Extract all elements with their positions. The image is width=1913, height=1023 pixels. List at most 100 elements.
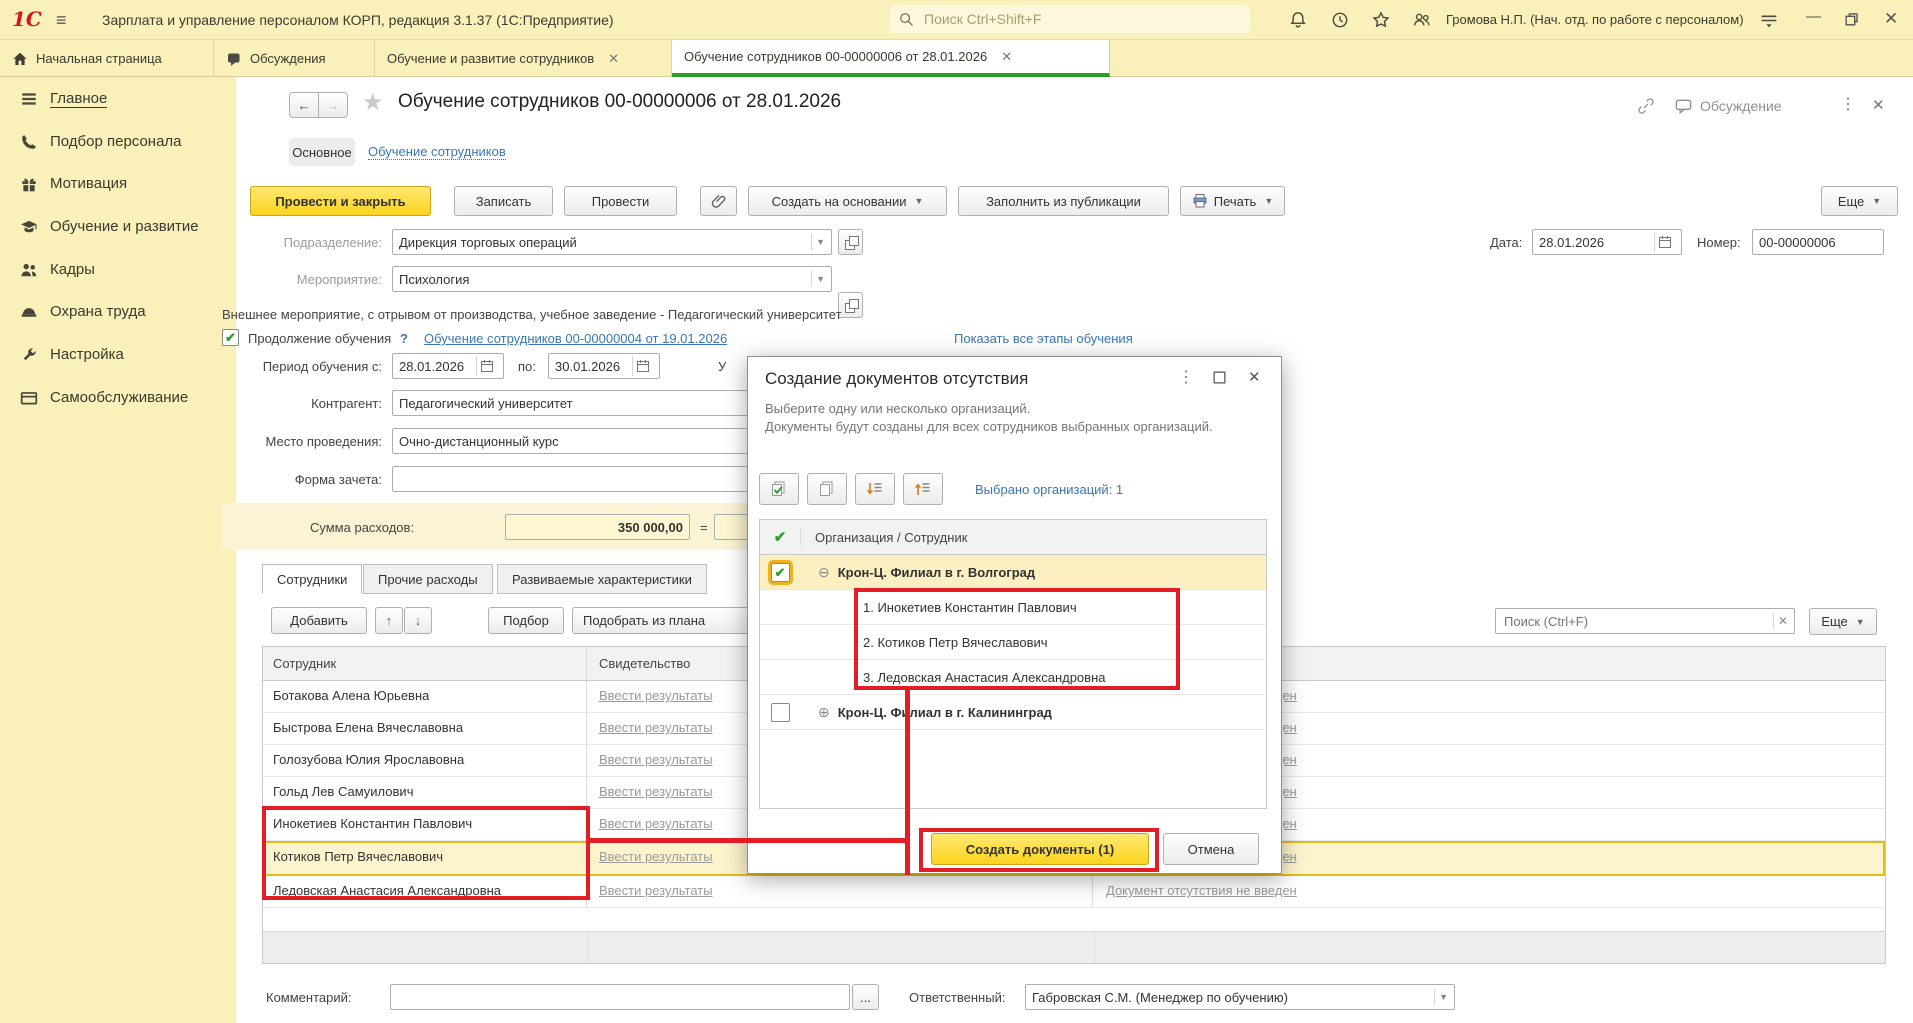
close-window-button[interactable]: ✕ [1884,9,1898,29]
move-up-button[interactable]: ↑ [375,607,403,634]
period-to-field[interactable]: 30.01.2026 [548,353,660,379]
help-icon[interactable]: ? [400,331,408,346]
sidebar-item-selfservice[interactable]: Самообслуживание [20,389,188,407]
print-button[interactable]: Печать ▼ [1180,186,1285,216]
forward-button[interactable]: → [318,92,348,118]
enter-results-link[interactable]: Ввести результаты [599,688,713,703]
sidebar-item-settings[interactable]: Настройка [20,346,124,364]
tab-training-list[interactable]: Обучение и развитие сотрудников ✕ [375,40,672,77]
sidebar-item-safety[interactable]: Охрана труда [20,303,146,321]
sum-field[interactable]: 350 000,00 [505,514,690,540]
dropdown-icon[interactable]: ▼ [811,271,825,287]
close-tab-icon[interactable]: ✕ [608,51,619,67]
notifications-icon[interactable] [1288,10,1308,30]
more-dots-icon[interactable]: ⋮ [1840,94,1856,114]
enter-results-link[interactable]: Ввести результаты [599,883,713,898]
restore-button[interactable] [1843,11,1860,28]
post-and-close-button[interactable]: Провести и закрыть [250,186,431,216]
minimize-button[interactable]: — [1806,8,1821,25]
favorite-star-icon[interactable]: ★ [362,88,384,117]
close-tab-icon[interactable]: ✕ [1001,49,1012,65]
current-user[interactable]: Громова Н.П. (Нач. отд. по работе с перс… [1446,12,1744,27]
grid-tab-other-expenses[interactable]: Прочие расходы [363,564,493,594]
enter-results-link[interactable]: Ввести результаты [599,752,713,767]
sidebar-item-motivation[interactable]: Мотивация [20,175,127,193]
org-row-kaliningrad[interactable]: ⊕ Крон-Ц. Филиал в г. Калининград [760,695,1266,730]
close-form-icon[interactable]: ✕ [1872,96,1885,114]
discussion-label[interactable]: Обсуждение [1700,98,1782,114]
org-row-volgograd[interactable]: ✔ ⊖ Крон-Ц. Филиал в г. Волгоград [760,555,1266,590]
org-column-header[interactable]: Организация / Сотрудник [801,530,967,545]
expand-node-icon[interactable]: ⊕ [818,704,830,721]
dropdown-icon[interactable]: ▼ [811,234,825,250]
grid-tab-employees[interactable]: Сотрудники [262,564,363,594]
enter-results-link[interactable]: Ввести результаты [599,720,713,735]
dropdown-icon[interactable]: ▼ [1434,989,1448,1005]
absence-doc-link[interactable]: Документ отсутствия не введен [1106,883,1297,898]
attachments-button[interactable] [700,186,737,216]
grid-more-button[interactable]: Еще ▼ [1809,608,1877,635]
global-search[interactable] [890,5,1250,33]
tab-discussions[interactable]: Обсуждения [214,40,375,77]
calendar-icon[interactable] [632,356,653,376]
collapse-all-button[interactable] [903,473,943,505]
favorites-icon[interactable] [1371,10,1391,30]
modal-maximize-icon[interactable] [1212,370,1227,385]
org-checkbox-checked[interactable]: ✔ [767,559,793,585]
calendar-icon[interactable] [476,356,497,376]
expand-all-button[interactable] [855,473,895,505]
fill-from-publication-button[interactable]: Заполнить из публикации [958,186,1169,216]
comment-input[interactable] [390,984,850,1010]
uncheck-all-button[interactable] [807,473,847,505]
column-header-employee[interactable]: Сотрудник [263,647,587,680]
continuation-checkbox[interactable]: ✔ [222,329,239,346]
add-row-button[interactable]: Добавить [271,607,367,634]
sidebar-item-training[interactable]: Обучение и развитие [20,218,199,236]
sidebar-item-hr[interactable]: Кадры [20,261,95,279]
grid-search-field[interactable]: ✕ [1495,608,1795,634]
tab-training-doc[interactable]: Обучение сотрудников 00-00000006 от 28.0… [672,40,1110,77]
enter-results-link[interactable]: Ввести результаты [599,784,713,799]
continuation-doc-link[interactable]: Обучение сотрудников 00-00000004 от 19.0… [424,331,727,346]
modal-more-icon[interactable]: ⋮ [1178,367,1194,387]
clear-search-icon[interactable]: ✕ [1772,613,1788,629]
collapse-node-icon[interactable]: ⊖ [818,564,830,581]
move-down-button[interactable]: ↓ [404,607,432,634]
global-search-input[interactable] [922,10,1206,28]
calendar-icon[interactable] [1654,232,1675,252]
period-from-field[interactable]: 28.01.2026 [392,353,504,379]
history-icon[interactable] [1330,10,1350,30]
enter-results-link[interactable]: Ввести результаты [599,849,713,864]
org-checkbox-unchecked[interactable] [770,702,790,722]
department-field[interactable]: Дирекция торговых операций ▼ [392,229,832,255]
users-icon[interactable] [1412,10,1432,30]
number-field[interactable]: 00-00000006 [1752,229,1884,255]
sidebar-item-main[interactable]: Главное [20,90,108,108]
nav-tab-main[interactable]: Основное [289,138,355,166]
back-button[interactable]: ← [289,92,319,118]
create-based-on-button[interactable]: Создать на основании ▼ [748,186,947,216]
enter-results-link[interactable]: Ввести результаты [599,816,713,831]
selected-orgs-link[interactable]: Выбрано организаций: 1 [975,482,1123,497]
save-button[interactable]: Записать [454,186,553,216]
discussion-icon[interactable] [1674,97,1693,116]
cancel-button[interactable]: Отмена [1163,833,1259,865]
sidebar-item-recruiting[interactable]: Подбор персонала [20,133,182,151]
grid-search-input[interactable] [1502,612,1756,630]
grid-tab-characteristics[interactable]: Развиваемые характеристики [497,564,707,594]
modal-close-icon[interactable]: ✕ [1248,368,1261,386]
post-button[interactable]: Провести [564,186,677,216]
link-icon[interactable] [1636,96,1656,116]
responsible-field[interactable]: Габровская С.М. (Менеджер по обучению) ▼ [1025,984,1455,1010]
event-field[interactable]: Психология ▼ [392,266,832,292]
main-menu-icon[interactable]: ≡ [56,10,67,31]
tab-home[interactable]: Начальная страница [0,40,214,77]
pick-from-plan-button[interactable]: Подобрать из плана [572,607,762,634]
show-stages-link[interactable]: Показать все этапы обучения [954,331,1133,346]
department-open-button[interactable] [838,229,863,255]
comment-expand-button[interactable]: ... [852,984,879,1010]
more-button[interactable]: Еще ▼ [1821,186,1898,216]
pick-button[interactable]: Подбор [488,607,564,634]
check-all-button[interactable] [759,473,799,505]
service-menu-icon[interactable] [1758,11,1780,30]
